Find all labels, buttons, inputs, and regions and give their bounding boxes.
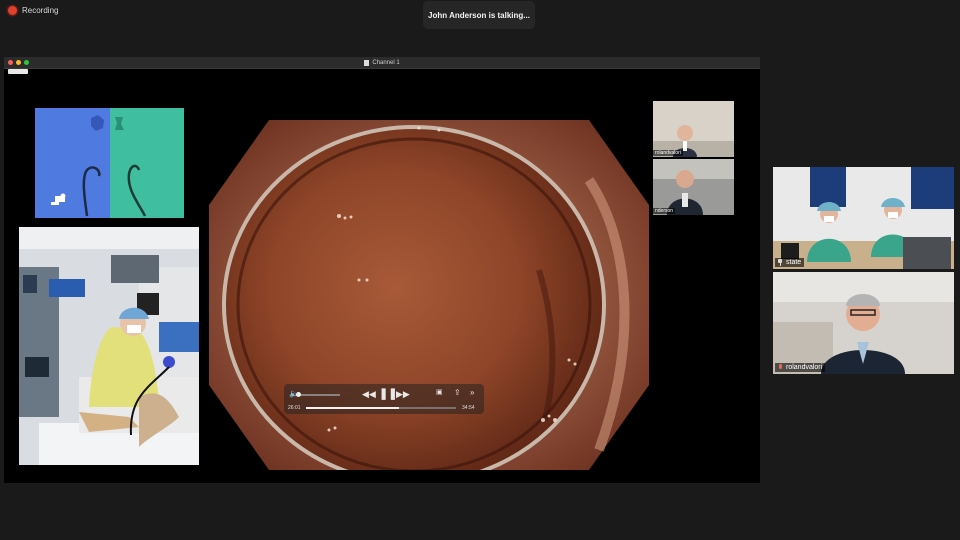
forward-icon[interactable]: ▶▶ — [396, 390, 410, 399]
endoscope-video[interactable] — [209, 120, 649, 485]
pip-icon[interactable]: ▣ — [436, 389, 443, 396]
volume-slider-knob[interactable] — [296, 392, 301, 397]
participant-label-state: state — [775, 258, 805, 267]
speed-icon[interactable]: » — [470, 389, 474, 397]
rewind-icon[interactable]: ◀◀ — [362, 390, 376, 399]
simulation-view — [35, 108, 184, 218]
shared-gallery-name-2: nderson — [653, 208, 676, 214]
pin-icon[interactable] — [777, 259, 783, 266]
window-titlebar[interactable]: Channel 1 — [4, 57, 760, 69]
participant-tile-state[interactable]: state — [773, 167, 954, 269]
share-icon[interactable]: ⇪ — [454, 389, 461, 397]
recording-label: Recording — [22, 6, 59, 15]
shared-gallery-tile-1[interactable]: rolandvalori — [653, 101, 734, 157]
participant-label-rolandvalori: rolandvalori — [775, 363, 826, 372]
window-title: Channel 1 — [372, 59, 400, 66]
progress-track[interactable] — [306, 407, 456, 409]
volume-slider[interactable] — [300, 394, 340, 396]
recording-indicator[interactable]: Recording — [8, 6, 58, 15]
active-speaker-notification: John Anderson is talking... — [423, 1, 535, 29]
active-speaker-text: John Anderson is talking... — [428, 10, 530, 20]
remaining-time: 34:54 — [462, 405, 475, 411]
close-window-icon[interactable] — [8, 60, 13, 65]
minimize-window-icon[interactable] — [16, 60, 21, 65]
progress-fill — [306, 407, 399, 409]
shared-screen-window[interactable]: Channel 1 🔈 ◀◀ ❚❚ ▶▶ ▣ ⇪ » 26:01 34:54 r… — [4, 57, 760, 485]
shared-gallery-name-1: rolandvalori — [653, 150, 683, 156]
participant-name-state: state — [786, 259, 802, 266]
mic-muted-icon — [777, 364, 783, 371]
document-icon — [364, 59, 370, 66]
procedure-room-view — [19, 227, 199, 465]
zoom-window-icon[interactable] — [24, 60, 29, 65]
participant-tile-rolandvalori[interactable]: rolandvalori — [773, 272, 954, 374]
pause-icon[interactable]: ❚❚ — [379, 389, 397, 400]
view-options-button[interactable] — [8, 69, 28, 74]
participant-name-rolandvalori: rolandvalori — [786, 364, 823, 371]
record-dot-icon — [8, 6, 17, 15]
elapsed-time: 26:01 — [288, 405, 301, 411]
shared-gallery-tile-2[interactable]: nderson — [653, 159, 734, 215]
window-controls — [8, 60, 29, 65]
video-player-controls[interactable]: 🔈 ◀◀ ❚❚ ▶▶ ▣ ⇪ » 26:01 34:54 — [284, 384, 484, 414]
